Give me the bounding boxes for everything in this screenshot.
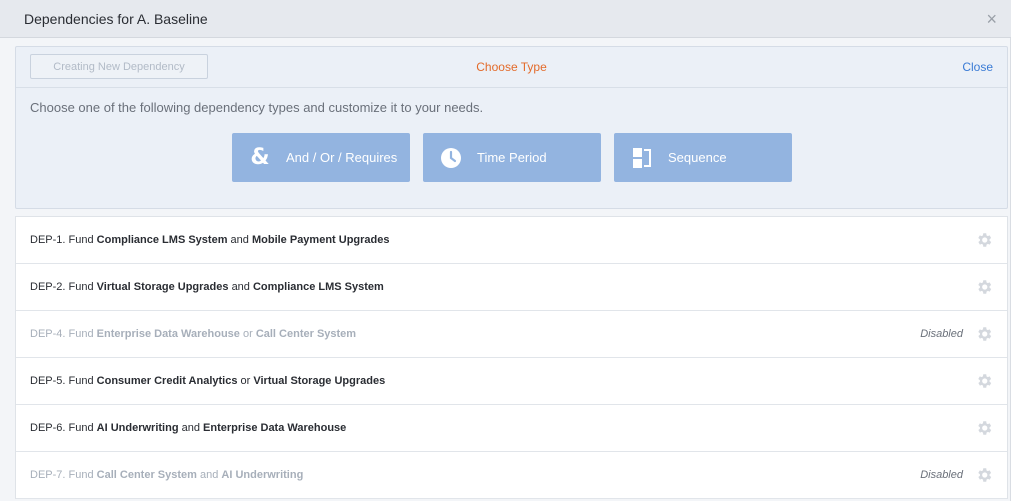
dependency-prefix: DEP-6. Fund [30, 422, 94, 434]
ampersand-glyph: & [250, 145, 270, 170]
gear-icon[interactable] [975, 466, 993, 484]
creating-new-dependency-button[interactable]: Creating New Dependency [30, 54, 208, 79]
gear-icon[interactable] [975, 325, 993, 343]
gear-icon[interactable] [975, 278, 993, 296]
dependency-operator: or [240, 375, 251, 387]
dependency-operator: and [199, 469, 219, 481]
dependency-project-b: Virtual Storage Upgrades [253, 375, 386, 387]
dependency-row[interactable]: DEP-2. Fund Virtual Storage Upgrades and… [16, 264, 1007, 311]
dependency-operator: or [242, 328, 253, 340]
dependency-operator: and [230, 234, 249, 246]
dependency-project-b: Compliance LMS System [252, 281, 384, 293]
disabled-status: Disabled [920, 328, 963, 340]
dependency-row[interactable]: DEP-1. Fund Compliance LMS System and Mo… [16, 217, 1007, 264]
dependency-prefix: DEP-2. Fund [30, 281, 94, 293]
sequence-label: Sequence [668, 150, 727, 165]
dependency-row[interactable]: DEP-4. Fund Enterprise Data Warehouse or… [16, 311, 1007, 358]
time-period-label: Time Period [477, 150, 547, 165]
disabled-status: Disabled [920, 469, 963, 481]
instructions-text: Choose one of the following dependency t… [30, 100, 484, 115]
modal-title: Dependencies for A. Baseline [24, 10, 208, 27]
dependency-row[interactable]: DEP-5. Fund Consumer Credit Analytics or… [16, 358, 1007, 405]
dependency-project-b: Call Center System [255, 328, 357, 340]
panel-toolbar: Creating New Dependency Choose Type Clos… [16, 47, 1007, 88]
gear-icon[interactable] [975, 372, 993, 390]
dependency-project-a: Compliance LMS System [96, 234, 228, 246]
create-dependency-panel: Creating New Dependency Choose Type Clos… [15, 46, 1008, 209]
sequence-icon [630, 146, 654, 170]
dependency-prefix: DEP-4. Fund [30, 328, 94, 340]
dependency-project-a: AI Underwriting [96, 422, 179, 434]
ampersand-icon: & [248, 145, 272, 170]
sequence-button[interactable]: Sequence [614, 133, 792, 182]
and-or-requires-label: And / Or / Requires [286, 150, 398, 165]
dependency-prefix: DEP-7. Fund [30, 469, 94, 481]
time-period-button[interactable]: Time Period [423, 133, 601, 182]
and-or-requires-button[interactable]: & And / Or / Requires [232, 133, 410, 182]
dependency-prefix: DEP-5. Fund [30, 375, 94, 387]
dependency-row[interactable]: DEP-7. Fund Call Center System and AI Un… [16, 452, 1007, 499]
dependency-project-b: Mobile Payment Upgrades [251, 234, 390, 246]
dependency-prefix: DEP-1. Fund [30, 234, 94, 246]
dependency-project-b: AI Underwriting [221, 469, 304, 481]
dependency-project-a: Call Center System [96, 469, 197, 481]
dependency-operator: and [231, 281, 250, 293]
dependency-operator: and [181, 422, 200, 434]
gear-icon[interactable] [975, 419, 993, 437]
panel-close-link[interactable]: Close [962, 47, 993, 87]
gear-icon[interactable] [975, 231, 993, 249]
dependency-list: DEP-1. Fund Compliance LMS System and Mo… [15, 216, 1008, 499]
clock-icon [439, 146, 463, 170]
close-icon[interactable]: × [982, 10, 1001, 28]
dependency-project-a: Consumer Credit Analytics [96, 375, 238, 387]
dependency-row[interactable]: DEP-6. Fund AI Underwriting and Enterpri… [16, 405, 1007, 452]
dependencies-modal: Dependencies for A. Baseline × Creating … [0, 0, 1011, 501]
dependency-project-a: Enterprise Data Warehouse [96, 328, 240, 340]
dependency-project-a: Virtual Storage Upgrades [96, 281, 229, 293]
modal-header: Dependencies for A. Baseline × [0, 0, 1011, 38]
dependency-project-b: Enterprise Data Warehouse [203, 422, 347, 434]
